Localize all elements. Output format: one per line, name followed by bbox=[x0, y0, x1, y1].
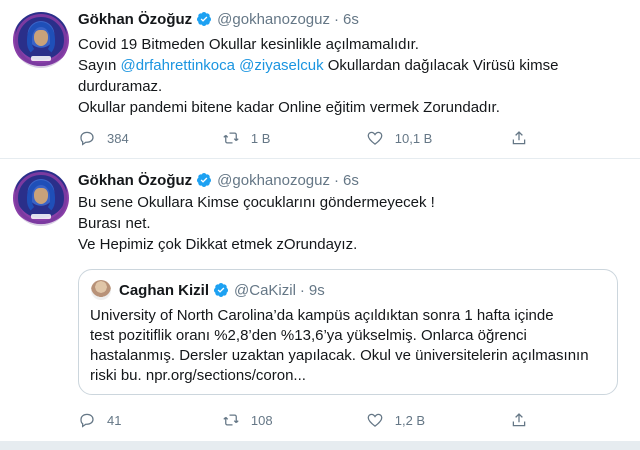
like-count: 1,2 B bbox=[394, 412, 426, 428]
like-icon bbox=[367, 131, 383, 145]
tweet-line: Ve Hepimiz çok Dikkat etmek zOrundayız. bbox=[78, 234, 618, 255]
tweet-actions: 41 108 1,2 B bbox=[78, 410, 548, 430]
quoted-tweet-header: Caghan Kizil @CaKizil · 9s bbox=[119, 280, 325, 300]
text-span: Bu sene Okullara Kimse çocuklarını gönde… bbox=[78, 194, 435, 211]
timestamp[interactable]: 6s bbox=[343, 172, 359, 189]
quoted-author-handle: @CaKizil bbox=[234, 281, 296, 299]
share-button[interactable] bbox=[510, 128, 548, 148]
reply-icon bbox=[80, 131, 94, 146]
tweet-line: Covid 19 Bitmeden Okullar kesinlikle açı… bbox=[78, 34, 618, 55]
avatar[interactable] bbox=[13, 12, 69, 68]
mention-link[interactable]: @ziyaselcuk bbox=[239, 57, 323, 74]
tweet-line: Okullar pandemi bitene kadar Online eğit… bbox=[78, 97, 618, 118]
retweet-count: 108 bbox=[250, 412, 273, 428]
like-icon bbox=[367, 413, 383, 427]
reply-count: 384 bbox=[107, 130, 129, 146]
tweet-text: Bu sene Okullara Kimse çocuklarını gönde… bbox=[78, 192, 618, 255]
quoted-timestamp: 9s bbox=[308, 281, 325, 299]
quoted-author-name: Caghan Kizil bbox=[119, 281, 210, 299]
tweet-header: Gökhan Özoğuz @gokhanozoguz · 6s bbox=[78, 9, 359, 29]
share-icon bbox=[512, 413, 525, 427]
retweet-button[interactable]: 1 B bbox=[222, 128, 366, 148]
quoted-tweet-text: University of North Carolina’da kampüs a… bbox=[90, 306, 610, 386]
quoted-line: test pozitiflik oranı %2,8’den %13,6’ya … bbox=[90, 327, 527, 344]
reply-icon bbox=[80, 413, 94, 428]
quoted-line: riski bu. npr.org/sections/coron... bbox=[90, 367, 306, 384]
author-handle[interactable]: @gokhanozoguz bbox=[217, 172, 330, 189]
retweet-button[interactable]: 108 bbox=[222, 410, 366, 430]
text-span: Okullardan dağılacak Virüsü kimse bbox=[323, 57, 559, 74]
timestamp[interactable]: 6s bbox=[343, 11, 359, 28]
author-name[interactable]: Gökhan Özoğuz bbox=[78, 11, 192, 28]
tweet-line: Sayın @drfahrettinkoca @ziyaselcuk Okull… bbox=[78, 55, 618, 76]
tweet[interactable]: Gökhan Özoğuz @gokhanozoguz · 6s Covid 1… bbox=[0, 0, 640, 159]
verified-badge-icon bbox=[214, 283, 229, 297]
text-span: Ve Hepimiz çok Dikkat etmek zOrundayız. bbox=[78, 236, 358, 253]
author-name[interactable]: Gökhan Özoğuz bbox=[78, 172, 192, 189]
separator-dot: · bbox=[333, 171, 339, 189]
text-span: Okullar pandemi bitene kadar Online eğit… bbox=[78, 99, 500, 116]
like-button[interactable]: 1,2 B bbox=[366, 410, 510, 430]
text-span: Burası net. bbox=[78, 215, 151, 232]
like-count: 10,1 B bbox=[394, 130, 433, 146]
text-span: durduramaz. bbox=[78, 78, 163, 95]
separator-dot: · bbox=[299, 281, 305, 299]
verified-badge-icon bbox=[197, 12, 212, 26]
verified-badge-icon bbox=[197, 173, 212, 187]
separator-dot: · bbox=[333, 10, 339, 28]
like-button[interactable]: 10,1 B bbox=[366, 128, 510, 148]
mention-link[interactable]: @drfahrettinkoca bbox=[121, 57, 235, 74]
tweet-line: Burası net. bbox=[78, 213, 618, 234]
text-span: Sayın bbox=[78, 57, 121, 74]
retweet-icon bbox=[223, 414, 239, 426]
quoted-line: hastalanmış. Dersler uzaktan yapılacak. … bbox=[90, 347, 589, 364]
reply-button[interactable]: 384 bbox=[78, 128, 222, 148]
retweet-count: 1 B bbox=[250, 130, 271, 146]
retweet-icon bbox=[223, 132, 239, 144]
tweet[interactable]: Gökhan Özoğuz @gokhanozoguz · 6s Bu sene… bbox=[0, 160, 640, 443]
tweet-line: Bu sene Okullara Kimse çocuklarını gönde… bbox=[78, 192, 618, 213]
avatar[interactable] bbox=[13, 170, 69, 226]
reply-button[interactable]: 41 bbox=[78, 410, 222, 430]
author-handle[interactable]: @gokhanozoguz bbox=[217, 11, 330, 28]
tweet-header: Gökhan Özoğuz @gokhanozoguz · 6s bbox=[78, 170, 359, 190]
share-button[interactable] bbox=[510, 410, 548, 430]
tweet-line: durduramaz. bbox=[78, 76, 618, 97]
tweet-actions: 384 1 B 10,1 B bbox=[78, 128, 548, 148]
quoted-avatar bbox=[91, 280, 111, 300]
text-span: Covid 19 Bitmeden Okullar kesinlikle açı… bbox=[78, 36, 419, 53]
share-icon bbox=[512, 131, 525, 145]
reply-count: 41 bbox=[107, 412, 122, 428]
quoted-line: University of North Carolina’da kampüs a… bbox=[90, 307, 554, 324]
tweet-text: Covid 19 Bitmeden Okullar kesinlikle açı… bbox=[78, 34, 618, 118]
timeline-divider bbox=[0, 441, 640, 450]
quoted-tweet[interactable]: Caghan Kizil @CaKizil · 9s University of… bbox=[78, 269, 618, 395]
